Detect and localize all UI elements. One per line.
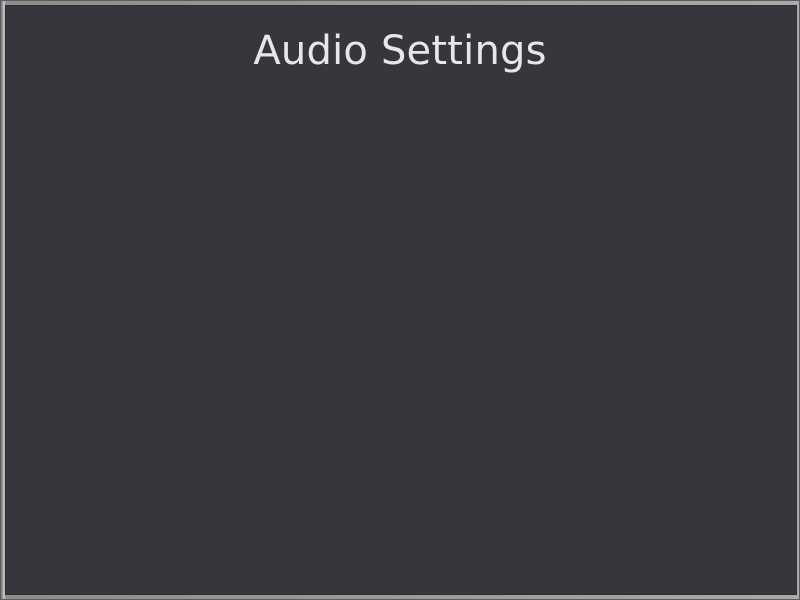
window-frame: Audio Settings — [0, 0, 800, 600]
audio-settings-window: Audio Settings — [5, 5, 797, 595]
page-title: Audio Settings — [253, 28, 547, 74]
settings-content-area — [5, 85, 797, 595]
